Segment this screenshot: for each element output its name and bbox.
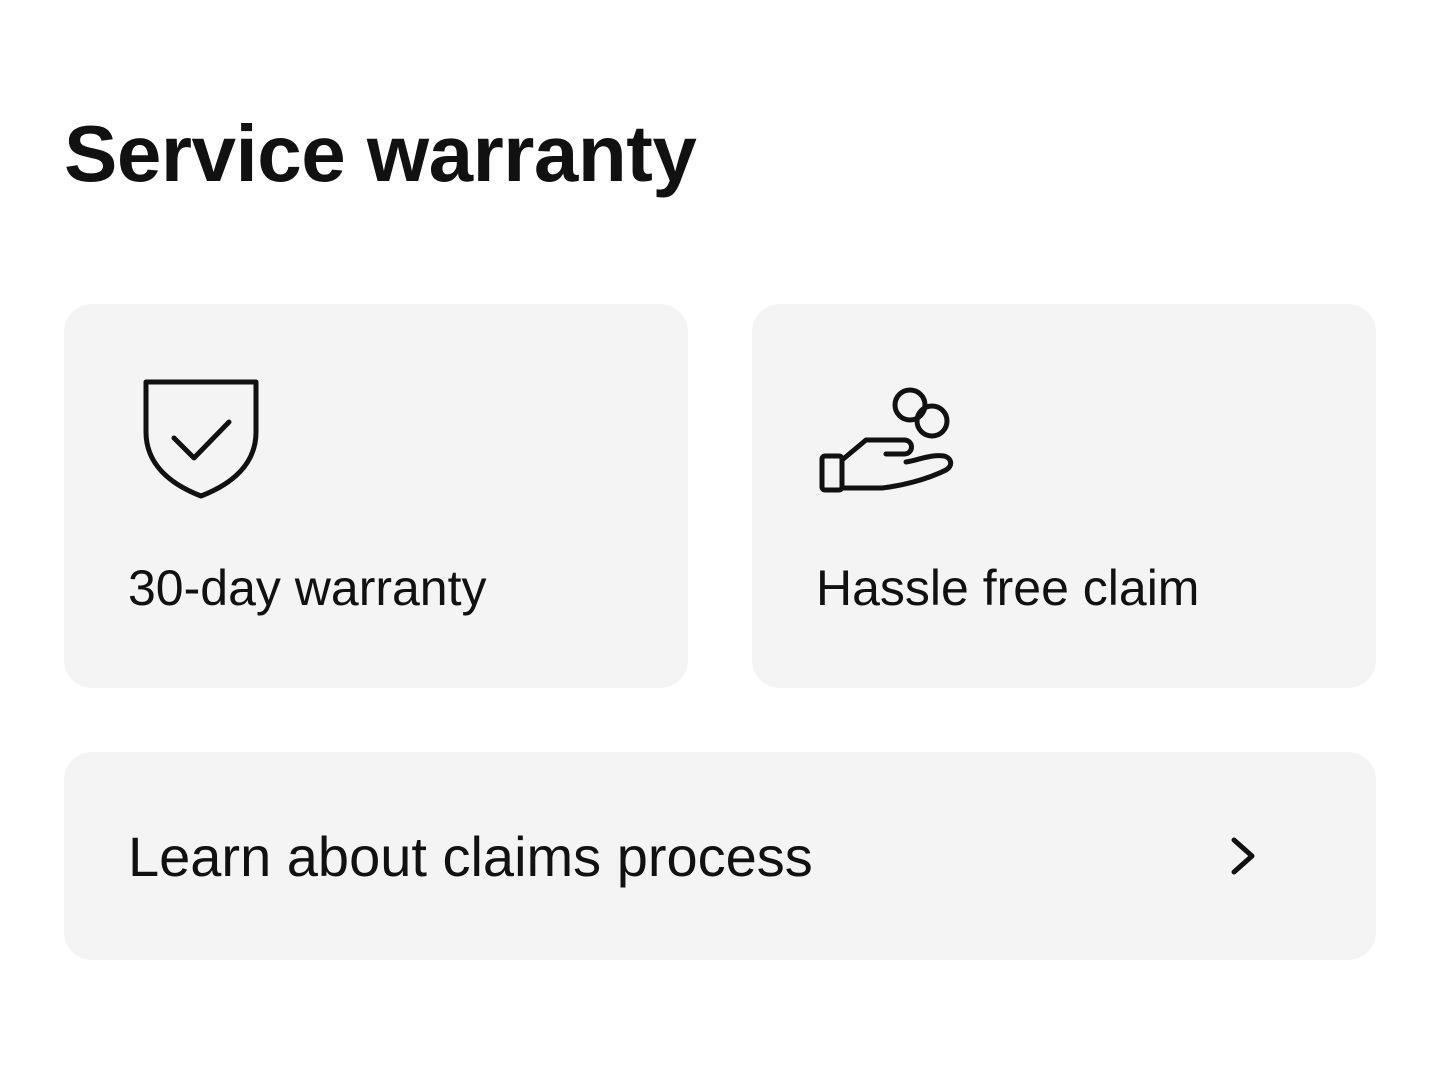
feature-label-claim: Hassle free claim bbox=[816, 560, 1200, 616]
claims-process-link-label: Learn about claims process bbox=[128, 825, 813, 888]
chevron-right-icon bbox=[1231, 837, 1255, 875]
claims-process-link[interactable]: Learn about claims process bbox=[64, 752, 1376, 960]
section-title: Service warranty bbox=[64, 109, 697, 198]
hand-coins-icon bbox=[819, 387, 954, 493]
feature-card-claim: Hassle free claim bbox=[752, 304, 1376, 688]
feature-card-warranty: 30-day warranty bbox=[64, 304, 688, 688]
feature-label-warranty: 30-day warranty bbox=[128, 560, 487, 616]
shield-check-icon bbox=[143, 379, 259, 499]
